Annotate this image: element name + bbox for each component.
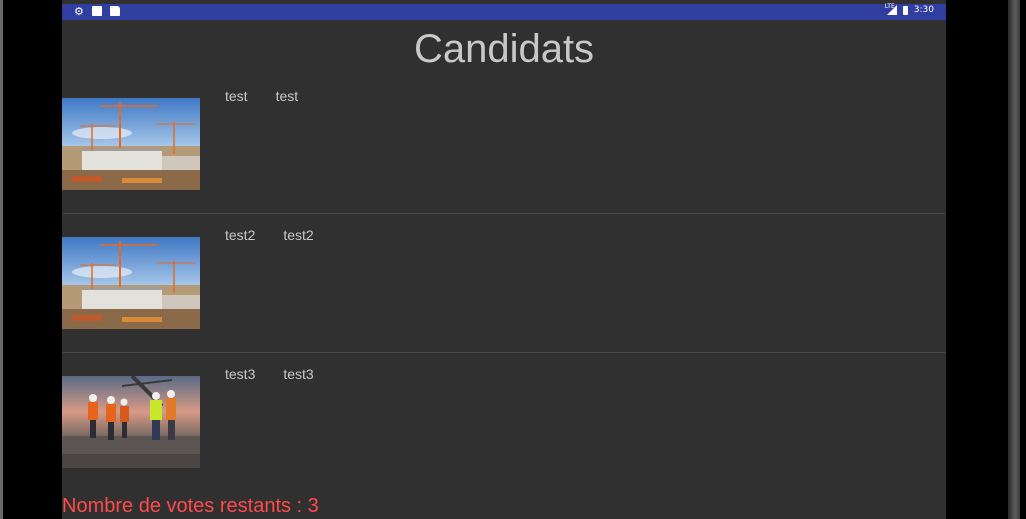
network-type: LTE	[884, 3, 895, 10]
candidate-row[interactable]: test test	[62, 75, 946, 214]
candidate-photo-construction-site	[62, 237, 200, 329]
device-frame-left	[0, 0, 62, 519]
votes-remaining-text: Nombre de votes restants : 3	[62, 495, 319, 517]
candidate-field: test	[275, 88, 299, 104]
candidate-field: test2	[283, 227, 314, 243]
candidate-field: test3	[283, 366, 314, 382]
status-notification-icons: ⚙	[74, 5, 120, 18]
candidate-row[interactable]: test3 test3	[62, 353, 946, 492]
status-clock: 3:30	[913, 5, 934, 15]
candidate-field: test	[225, 88, 248, 104]
candidate-info: test test	[225, 88, 298, 104]
candidate-field: test2	[225, 227, 256, 243]
status-system-icons: LTE 3:30	[884, 3, 934, 15]
candidate-photo-construction-site	[62, 98, 200, 190]
app-notification-icon	[92, 6, 102, 16]
candidate-info: test3 test3	[225, 366, 314, 382]
page-title: Candidats	[413, 27, 595, 71]
candidate-row[interactable]: test2 test2	[62, 214, 946, 353]
candidate-info: test2 test2	[225, 227, 314, 243]
device-frame-right	[946, 0, 1026, 519]
sd-card-icon	[110, 6, 120, 16]
battery-icon	[902, 5, 908, 15]
candidate-field: test3	[225, 366, 256, 382]
status-bar: ⚙ LTE 3:30	[62, 3, 946, 20]
cell-signal-icon: LTE	[884, 3, 897, 15]
app-screen: ⚙ LTE 3:30 Candidats test test test2 tes…	[62, 0, 946, 519]
candidate-photo-workers	[62, 376, 200, 468]
settings-gear-icon: ⚙	[74, 5, 84, 18]
